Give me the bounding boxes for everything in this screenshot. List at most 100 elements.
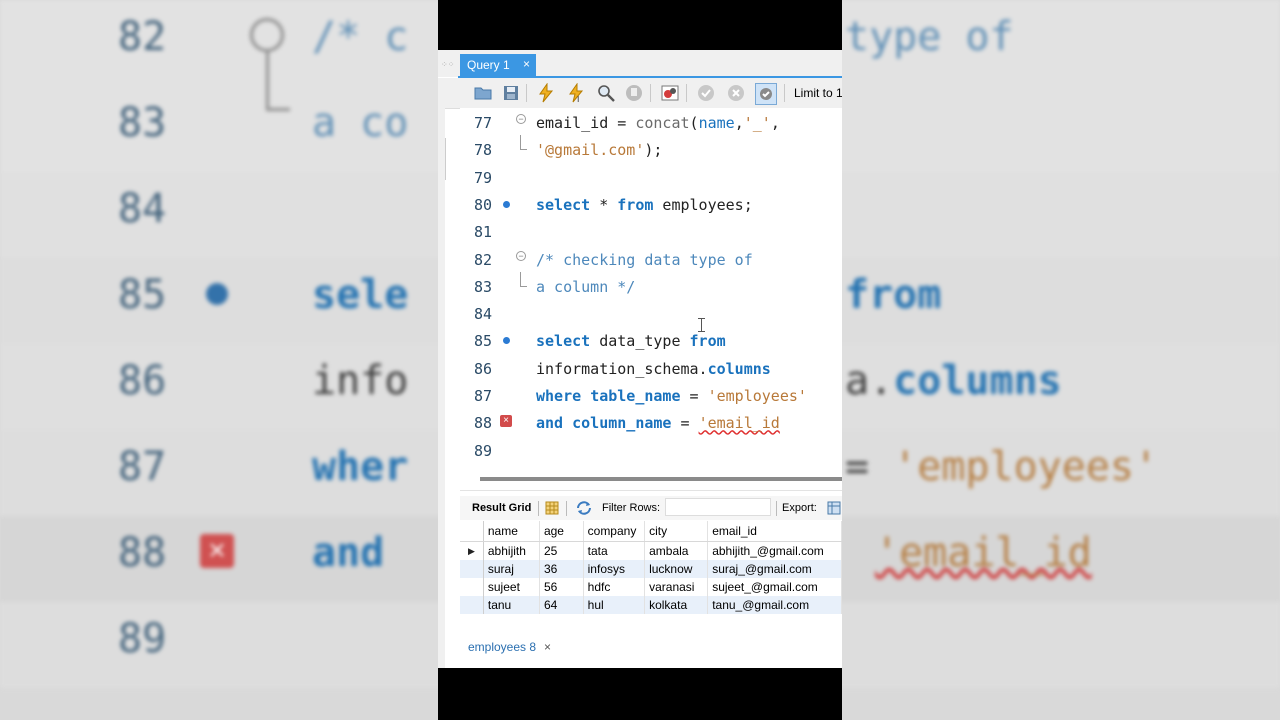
code-text: email_id = concat(name,'_', xyxy=(536,114,780,132)
editor-toolbar: I Limit to 1( xyxy=(438,78,842,109)
table-cell[interactable]: tata xyxy=(583,541,646,560)
row-selector[interactable] xyxy=(460,596,484,614)
code-line[interactable]: 86 information_schema.columns xyxy=(460,354,842,381)
code-line[interactable]: 80 select * from employees; xyxy=(460,190,842,217)
bg-code: /* c xyxy=(312,14,409,60)
fold-icon[interactable]: − xyxy=(516,250,526,261)
line-number: 89 xyxy=(474,441,493,460)
row-selector[interactable]: ▶ xyxy=(460,541,484,560)
execute-icon[interactable] xyxy=(536,83,556,103)
statement-dot-icon xyxy=(503,200,510,208)
code-line[interactable]: 78 '@gmail.com'); xyxy=(460,135,842,162)
tab-label: Query 1 xyxy=(467,58,510,72)
code-line[interactable]: 79 xyxy=(460,163,842,190)
fold-end-marker xyxy=(520,271,527,287)
code-text: and column_name = 'email_id xyxy=(536,414,780,433)
bg-code: type of xyxy=(845,14,1014,60)
table-row[interactable]: sujeet 56 hdfc varanasi sujeet_@gmail.com xyxy=(460,578,842,596)
result-grid[interactable]: name age company city email_id ▶ abhijith… xyxy=(460,521,842,617)
bg-code: wher xyxy=(312,444,409,490)
table-row[interactable]: suraj 36 infosys lucknow suraj_@gmail.com xyxy=(460,560,842,578)
table-cell[interactable]: tanu xyxy=(483,596,540,614)
code-text: information_schema.columns xyxy=(536,359,771,378)
column-header-age[interactable]: age xyxy=(539,521,584,542)
horizontal-scrollbar[interactable] xyxy=(480,477,842,481)
line-number: 81 xyxy=(474,223,493,242)
result-grid-tab[interactable]: Result Grid xyxy=(472,502,531,514)
table-cell[interactable]: ambala xyxy=(644,541,709,560)
table-cell[interactable]: suraj xyxy=(483,560,540,578)
code-line[interactable]: 82 −/* checking data type of xyxy=(460,245,842,272)
export-icon[interactable] xyxy=(826,500,842,516)
column-header-name[interactable]: name xyxy=(483,521,540,542)
code-line[interactable]: 85 select data_type from xyxy=(460,326,842,353)
table-cell[interactable]: sujeet_@gmail.com xyxy=(707,578,842,596)
column-header-city[interactable]: city xyxy=(644,521,709,542)
code-text: /* checking data type of xyxy=(536,250,753,269)
table-cell[interactable]: 56 xyxy=(539,578,584,596)
rollback-icon[interactable] xyxy=(726,83,746,103)
commit-icon[interactable] xyxy=(696,83,716,103)
svg-text:I: I xyxy=(577,95,579,103)
code-line[interactable]: 84 xyxy=(460,299,842,326)
code-line[interactable]: 89 xyxy=(460,436,842,463)
line-number: 83 xyxy=(474,277,493,296)
code-line[interactable]: 81 xyxy=(460,217,842,244)
limit-rows-select[interactable]: Limit to 1( xyxy=(794,86,842,100)
table-cell[interactable]: hul xyxy=(583,596,646,614)
save-icon[interactable] xyxy=(501,83,521,103)
table-cell[interactable]: hdfc xyxy=(583,578,646,596)
table-cell[interactable]: kolkata xyxy=(644,596,709,614)
explain-icon[interactable] xyxy=(596,83,616,103)
bg-code: sele xyxy=(312,272,409,318)
stop-icon[interactable] xyxy=(624,83,644,103)
code-line[interactable]: 83 a column */ xyxy=(460,271,842,299)
error-icon: × xyxy=(500,415,512,428)
close-icon[interactable]: × xyxy=(544,640,551,654)
table-row[interactable]: ▶ abhijith 25 tata ambala abhijith_@gmail.com xyxy=(460,541,842,560)
table-cell[interactable]: infosys xyxy=(583,560,646,578)
tab-bar: ⁘⁘ Query 1 × xyxy=(438,50,842,77)
close-icon[interactable]: × xyxy=(523,57,530,71)
table-cell[interactable]: varanasi xyxy=(644,578,709,596)
result-toolbar: Result Grid Filter Rows: Export: xyxy=(460,496,842,520)
row-selector[interactable] xyxy=(460,560,484,578)
code-line[interactable]: 87 where table_name = 'employees' xyxy=(460,381,842,408)
bg-line-number: 82 xyxy=(118,14,167,60)
tab-query-1[interactable]: Query 1 × xyxy=(460,54,536,77)
table-cell[interactable]: abhijith_@gmail.com xyxy=(707,541,842,560)
toggle-errors-icon[interactable] xyxy=(660,83,680,103)
table-cell[interactable]: lucknow xyxy=(644,560,709,578)
column-header-email-id[interactable]: email_id xyxy=(707,521,842,542)
table-cell[interactable]: sujeet xyxy=(483,578,540,596)
column-header-company[interactable]: company xyxy=(583,521,646,542)
statement-dot-icon xyxy=(206,283,228,305)
table-cell[interactable]: 36 xyxy=(539,560,584,578)
grid-icon[interactable] xyxy=(544,500,560,516)
bg-code: a.columns xyxy=(845,358,1062,404)
refresh-icon[interactable] xyxy=(575,500,593,516)
bg-code: info xyxy=(312,358,409,404)
bg-line-number: 84 xyxy=(118,186,167,232)
result-table: name age company city email_id ▶ abhijith… xyxy=(460,521,842,614)
fold-icon[interactable]: − xyxy=(516,114,526,124)
execute-current-icon[interactable]: I xyxy=(566,83,586,103)
autocommit-icon[interactable] xyxy=(755,83,777,105)
row-selector[interactable] xyxy=(460,578,484,596)
table-row[interactable]: tanu 64 hul kolkata tanu_@gmail.com xyxy=(460,596,842,614)
tab-employees-8[interactable]: employees 8 × xyxy=(460,637,560,657)
table-cell[interactable]: tanu_@gmail.com xyxy=(707,596,842,614)
code-line[interactable]: 77 − email_id = concat(name,'_', xyxy=(460,108,842,135)
workbench-window: ⁘⁘ Query 1 × I Limit to 1( 77− email_id =… xyxy=(438,50,842,668)
filter-rows-input[interactable] xyxy=(665,498,771,516)
sql-editor[interactable]: 77− email_id = concat(name,'_', 78 '@gmail.… xyxy=(460,108,842,468)
statement-dot-icon xyxy=(503,337,510,345)
export-label: Export: xyxy=(782,502,817,514)
table-cell[interactable]: suraj_@gmail.com xyxy=(707,560,842,578)
open-folder-icon[interactable] xyxy=(473,83,493,103)
bg-code: 'email_id xyxy=(875,530,1092,576)
table-cell[interactable]: 25 xyxy=(539,541,584,560)
table-cell[interactable]: 64 xyxy=(539,596,584,614)
table-cell[interactable]: abhijith xyxy=(483,541,540,560)
code-line[interactable]: 88 × and column_name = 'email_id xyxy=(460,408,842,435)
